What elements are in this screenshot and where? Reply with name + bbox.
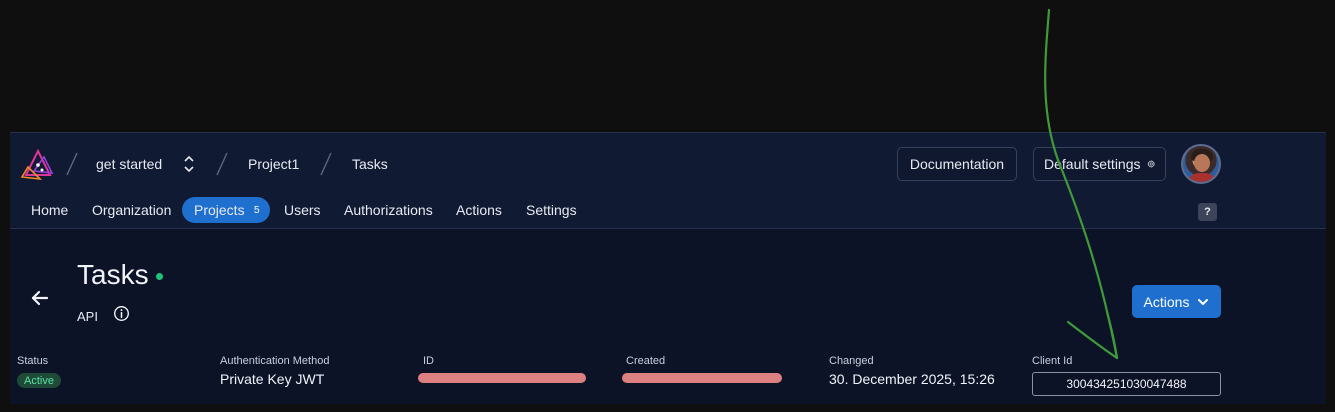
info-icon[interactable] xyxy=(113,305,130,322)
back-arrow-icon[interactable] xyxy=(30,288,50,308)
id-redaction xyxy=(418,373,586,383)
default-settings-button[interactable]: Default settings xyxy=(1033,147,1166,181)
actions-button-label: Actions xyxy=(1143,293,1190,310)
auth-method-value: Private Key JWT xyxy=(220,371,325,387)
nav-authorizations[interactable]: Authorizations xyxy=(344,197,433,223)
id-label: ID xyxy=(423,355,434,367)
app-window: get started Project1 Tasks Documentation… xyxy=(10,132,1326,404)
page-title: Tasks xyxy=(77,259,149,290)
top-bar: get started Project1 Tasks Documentation… xyxy=(10,133,1326,229)
nav-home[interactable]: Home xyxy=(31,197,68,223)
status-label: Status xyxy=(17,355,49,367)
help-button[interactable]: ? xyxy=(1198,203,1217,221)
avatar-shirt xyxy=(1187,173,1217,182)
breadcrumb-separator xyxy=(320,152,332,176)
chevron-down-icon xyxy=(1198,298,1209,305)
nav-projects[interactable]: Projects 5 xyxy=(182,197,270,223)
nav-settings-label: Settings xyxy=(526,202,577,218)
auth-method-label: Authentication Method xyxy=(220,355,330,367)
nav-actions[interactable]: Actions xyxy=(456,197,502,223)
changed-value: 30. December 2025, 15:26 xyxy=(829,371,995,387)
nav-settings[interactable]: Settings xyxy=(526,197,577,223)
nav-users[interactable]: Users xyxy=(284,197,321,223)
projects-count-badge: 5 xyxy=(254,204,260,216)
nav-home-label: Home xyxy=(31,202,69,218)
client-id-label: Client Id xyxy=(1032,355,1073,367)
created-redaction xyxy=(622,373,782,383)
changed-label: Changed xyxy=(829,355,874,367)
created-label: Created xyxy=(626,355,666,367)
breadcrumb-org[interactable]: get started xyxy=(96,156,162,172)
breadcrumb-separator xyxy=(216,152,228,176)
status-badge: Active xyxy=(17,373,61,388)
client-id-field[interactable]: 300434251030047488 xyxy=(1032,372,1221,396)
logo-icon[interactable] xyxy=(18,145,58,185)
user-avatar[interactable] xyxy=(1181,144,1221,184)
nav-actions-label: Actions xyxy=(456,202,502,218)
page-subtitle: API xyxy=(77,309,98,324)
breadcrumb-app[interactable]: Tasks xyxy=(352,156,388,172)
nav-authorizations-label: Authorizations xyxy=(344,202,433,218)
nav-organization-label: Organization xyxy=(92,202,172,218)
breadcrumb-separator xyxy=(66,152,78,176)
active-status-dot xyxy=(156,273,163,280)
default-settings-label: Default settings xyxy=(1044,156,1141,172)
nav-projects-label: Projects xyxy=(194,202,245,218)
nav-organization[interactable]: Organization xyxy=(92,197,171,223)
avatar-face xyxy=(1194,154,1210,172)
actions-button[interactable]: Actions xyxy=(1132,285,1221,318)
documentation-label: Documentation xyxy=(909,156,1005,172)
documentation-button[interactable]: Documentation xyxy=(897,147,1017,181)
breadcrumb-project[interactable]: Project1 xyxy=(248,156,299,172)
gear-icon xyxy=(1147,160,1155,168)
chevron-updown-icon[interactable] xyxy=(182,154,196,174)
nav-users-label: Users xyxy=(284,202,321,218)
